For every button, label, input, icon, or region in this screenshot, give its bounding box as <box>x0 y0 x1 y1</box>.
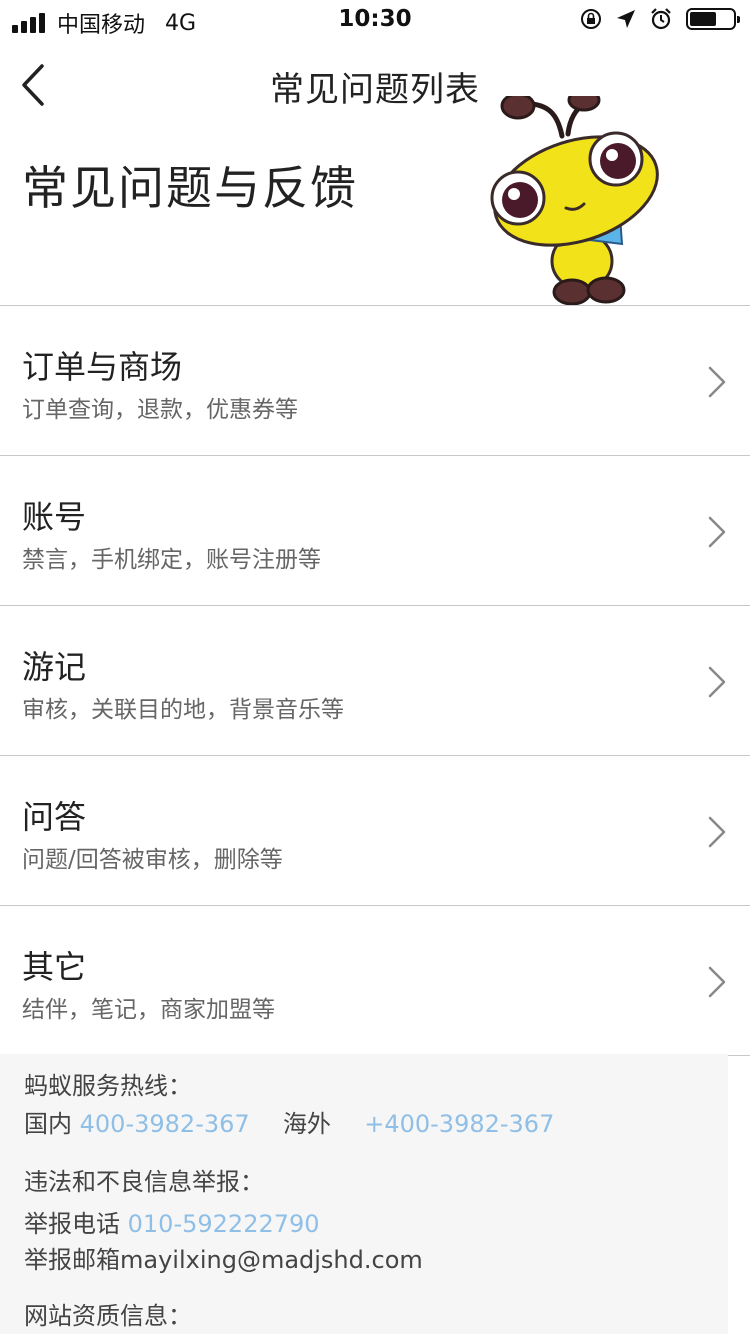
hotline-numbers: 国内 400-3982-367 海外 +400-3982-367 <box>24 1104 554 1139</box>
chevron-right-icon <box>708 516 726 548</box>
faq-item-orders[interactable]: 订单与商场 订单查询，退款，优惠券等 <box>0 306 750 456</box>
status-right <box>580 8 740 30</box>
orientation-lock-icon <box>581 9 601 29</box>
hero-section: 常见问题与反馈 <box>0 96 750 306</box>
overseas-phone-link[interactable]: +400-3982-367 <box>364 1110 554 1138</box>
chevron-right-icon <box>708 666 726 698</box>
faq-item-description: 禁言，手机绑定，账号注册等 <box>22 547 321 573</box>
ant-mascot-image <box>490 96 659 306</box>
report-email: 举报邮箱mayilxing@madjshd.com <box>24 1246 423 1274</box>
domestic-label: 国内 <box>24 1110 72 1138</box>
overseas-label: 海外 <box>282 1110 331 1138</box>
faq-item-title: 其它 <box>22 948 87 986</box>
alarm-icon <box>651 8 671 30</box>
location-icon <box>617 10 635 28</box>
qualification-label: 网站资质信息： <box>24 1302 192 1330</box>
report-phone-row: 举报电话 010-592222790 <box>24 1204 320 1239</box>
faq-item-description: 问题/回答被审核，删除等 <box>22 847 283 873</box>
battery-icon <box>686 8 740 30</box>
faq-list: 订单与商场 订单查询，退款，优惠券等 账号 禁言，手机绑定，账号注册等 游记 审… <box>0 306 750 1056</box>
chevron-right-icon <box>708 816 726 848</box>
domestic-phone-link[interactable]: 400-3982-367 <box>80 1110 250 1138</box>
report-phone-link[interactable]: 010-592222790 <box>128 1210 320 1238</box>
status-bar: 中国移动 4G 10:30 <box>0 0 750 40</box>
faq-item-qa[interactable]: 问答 问题/回答被审核，删除等 <box>0 756 750 906</box>
report-phone-label: 举报电话 <box>24 1210 120 1238</box>
hotline-label: 蚂蚁服务热线： <box>24 1072 192 1100</box>
faq-item-description: 结伴，笔记，商家加盟等 <box>22 997 275 1023</box>
faq-item-account[interactable]: 账号 禁言，手机绑定，账号注册等 <box>0 456 750 606</box>
faq-item-travelogue[interactable]: 游记 审核，关联目的地，背景音乐等 <box>0 606 750 756</box>
faq-item-title: 游记 <box>22 648 87 686</box>
chevron-right-icon <box>708 366 726 398</box>
faq-item-other[interactable]: 其它 结伴，笔记，商家加盟等 <box>0 906 750 1056</box>
faq-item-title: 账号 <box>22 498 87 536</box>
hero-title: 常见问题与反馈 <box>22 161 358 215</box>
chevron-right-icon <box>708 966 726 998</box>
contact-info-section: 蚂蚁服务热线： 国内 400-3982-367 海外 +400-3982-367… <box>0 1054 728 1334</box>
faq-item-description: 订单查询，退款，优惠券等 <box>22 397 298 423</box>
report-label: 违法和不良信息举报： <box>24 1168 264 1196</box>
faq-item-title: 订单与商场 <box>22 348 183 386</box>
faq-item-title: 问答 <box>22 798 87 836</box>
faq-item-description: 审核，关联目的地，背景音乐等 <box>22 697 344 723</box>
